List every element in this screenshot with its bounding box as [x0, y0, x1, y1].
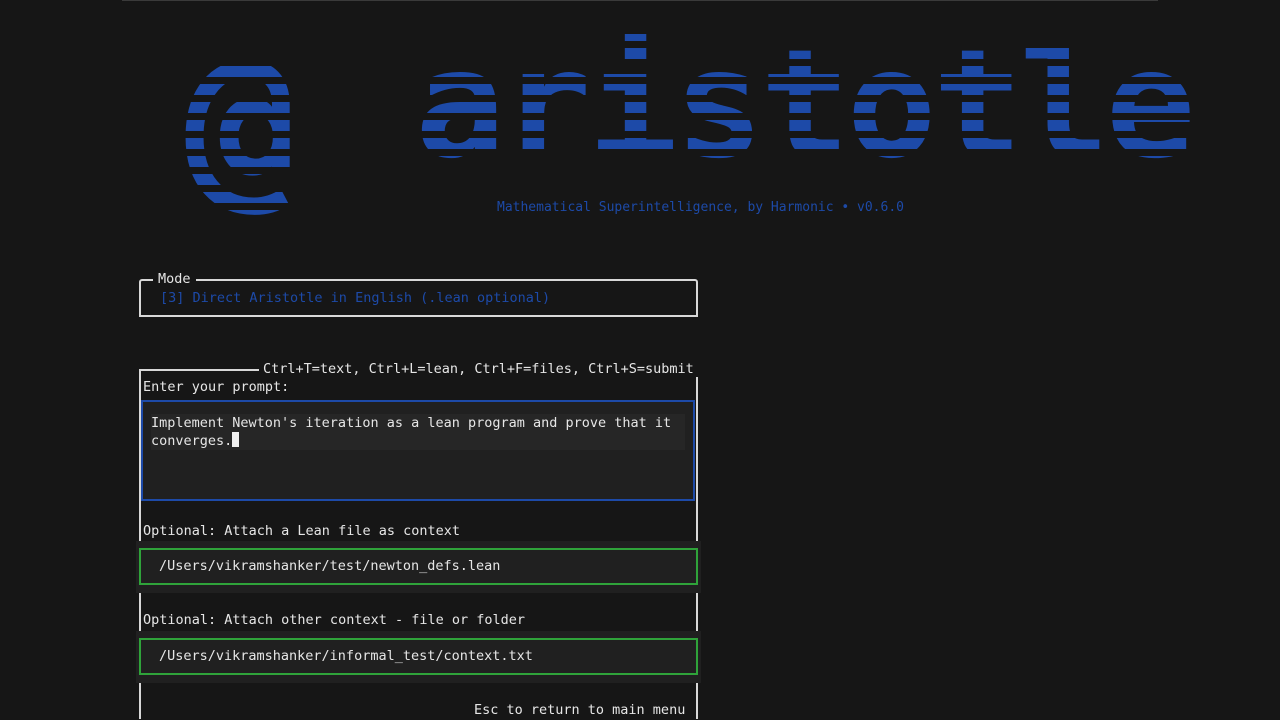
logo-wordmark: aristotle: [415, 18, 1196, 192]
lean-file-label: Optional: Attach a Lean file as context: [143, 523, 460, 539]
top-divider: [122, 0, 1158, 1]
prompt-text: Implement Newton's iteration as a lean p…: [151, 415, 672, 449]
aristotle-logo: @ aristotle: [185, 14, 1196, 230]
other-context-field-wrap: /Users/vikramshanker/informal_test/conte…: [136, 631, 701, 683]
mode-value[interactable]: [3] Direct Aristotle in English (.lean o…: [160, 290, 550, 306]
esc-hint: Esc to return to main menu: [470, 702, 690, 718]
prompt-label: Enter your prompt:: [143, 379, 290, 395]
other-context-label: Optional: Attach other context - file or…: [143, 612, 526, 628]
tagline: Mathematical Superintelligence, by Harmo…: [497, 200, 904, 215]
prompt-input[interactable]: Implement Newton's iteration as a lean p…: [141, 400, 695, 501]
shortcut-hints: Ctrl+T=text, Ctrl+L=lean, Ctrl+F=files, …: [259, 361, 698, 377]
lean-file-field-wrap: /Users/vikramshanker/test/newton_defs.le…: [136, 541, 701, 593]
other-context-input[interactable]: /Users/vikramshanker/informal_test/conte…: [139, 638, 698, 675]
mode-title: Mode: [153, 271, 196, 287]
lean-file-input[interactable]: /Users/vikramshanker/test/newton_defs.le…: [139, 548, 698, 585]
at-symbol-logo-icon: @: [185, 14, 297, 230]
text-cursor: [232, 432, 240, 447]
